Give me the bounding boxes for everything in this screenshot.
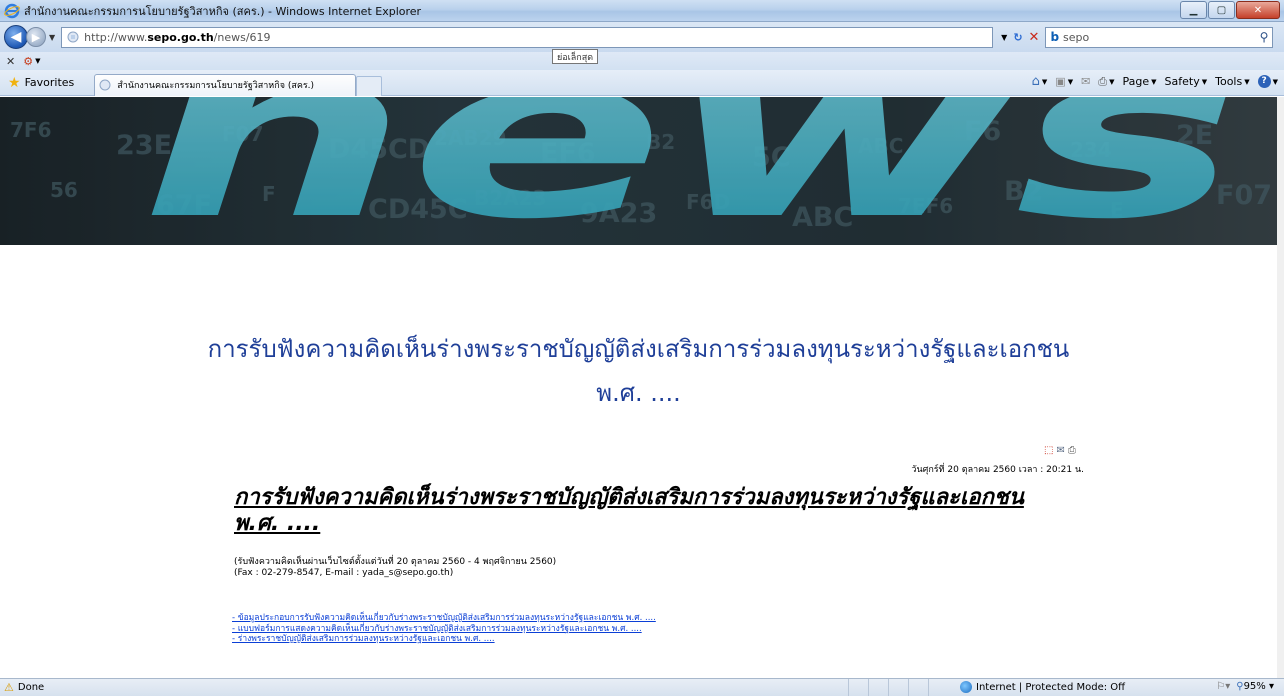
address-toolbar: ◀ ▶ ▼ http://www. sepo.go.th/news/619 ▼ ↻… — [0, 22, 1284, 52]
address-bar[interactable]: http://www. sepo.go.th/news/619 — [61, 26, 994, 48]
article-title-line1: การรับฟังความคิดเห็นร่างพระราชบัญญัติส่ง… — [234, 485, 1024, 510]
maximize-icon: ▢ — [1216, 4, 1227, 16]
zoom-level: 95% — [1243, 681, 1266, 692]
news-banner-graphic: 7F6 23E F07 D45CD 2AB29 EF6 B2 5C ABC F6234 2E56 67… — [0, 97, 1277, 245]
url-prefix: http://www. — [84, 30, 148, 44]
status-cells — [848, 679, 948, 696]
security-zone[interactable]: Internet | Protected Mode: Off — [960, 681, 1125, 693]
minimize-icon: ▁ — [1189, 4, 1198, 16]
address-dropdown-icon[interactable]: ▼ — [1001, 33, 1007, 42]
page-heading-line1: การรับฟังความคิดเห็นร่างพระราชบัญญัติส่ง… — [207, 335, 1070, 363]
refresh-icon[interactable]: ↻ — [1013, 31, 1022, 44]
page-menu-label: Page — [1122, 75, 1150, 88]
page-heading-line2: พ.ศ. .... — [596, 379, 681, 407]
document-links: - ข้อมูลประกอบการรับฟังความคิดเห็นเกี่ยว… — [232, 613, 656, 645]
maximize-button[interactable]: ▢ — [1208, 1, 1235, 19]
tooltip: ย่อเล็กสุด — [552, 49, 599, 64]
warning-icon: ⚠ — [4, 681, 14, 694]
window-title-bar[interactable]: สำนักงานคณะกรรมการนโยบายรัฐวิสาหกิจ (สคร… — [0, 0, 1284, 22]
page-icon — [67, 31, 79, 43]
tools-menu-label: Tools — [1215, 75, 1243, 88]
favorites-button[interactable]: ★ Favorites — [8, 75, 74, 91]
status-text: Done — [17, 682, 45, 693]
link-draft-act[interactable]: - ร่างพระราชบัญญัติส่งเสริมการร่วมลงทุนร… — [232, 634, 656, 645]
close-toolbar-icon[interactable]: ✕ — [6, 55, 15, 68]
article-note: (รับฟังความคิดเห็นผ่านเว็บไซต์ตั้งแต่วัน… — [234, 557, 556, 579]
url-host: sepo.go.th — [147, 30, 214, 44]
zone-text: Internet | Protected Mode: Off — [976, 681, 1126, 693]
zoom-control[interactable]: ⚲95% ▾ — [1236, 681, 1274, 692]
home-icon: ⌂ — [1031, 74, 1040, 89]
safety-menu[interactable]: Safety ▼ — [1165, 75, 1208, 88]
favorites-bar: ★ Favorites สำนักงานคณะกรรมการนโยบายรัฐว… — [0, 70, 1284, 96]
bing-icon: b — [1050, 30, 1060, 44]
toolbar-addon-icon[interactable]: ⚙ — [23, 55, 33, 68]
vertical-scrollbar[interactable] — [1277, 97, 1284, 678]
close-window-button[interactable]: ✕ — [1236, 1, 1280, 19]
news-banner: 7F6 23E F07 D45CD 2AB29 EF6 B2 5C ABC F6 234 2E 56 67… — [0, 97, 1277, 245]
tab-label: สำนักงานคณะกรรมการนโยบายรัฐวิสาหกิจ (สคร… — [117, 81, 315, 91]
printer-icon: ⎙ — [1098, 74, 1108, 88]
article-title-line2: พ.ศ. .... — [234, 511, 321, 536]
note-line1: (รับฟังความคิดเห็นผ่านเว็บไซต์ตั้งแต่วัน… — [234, 557, 557, 567]
print-icon[interactable]: ⎙ — [1068, 445, 1076, 456]
internet-explorer-icon — [4, 3, 20, 18]
back-arrow-icon: ◀ — [10, 29, 22, 45]
article-date: วันศุกร์ที่ 20 ตุลาคม 2560 เวลา : 20:21 … — [911, 465, 1084, 475]
window-title: สำนักงานคณะกรรมการนโยบายรัฐวิสาหกิจ (สคร… — [24, 4, 422, 18]
page-menu[interactable]: Page ▼ — [1123, 75, 1157, 88]
pdf-icon[interactable]: ⬚ — [1044, 445, 1053, 456]
stop-icon[interactable]: ✕ — [1029, 30, 1040, 45]
print-button[interactable]: ⎙ ▼ — [1098, 75, 1114, 89]
mail-icon: ✉ — [1081, 75, 1091, 88]
new-tab-button[interactable] — [356, 75, 383, 96]
close-icon: ✕ — [1253, 4, 1263, 16]
page-heading: การรับฟังความคิดเห็นร่างพระราชบัญญัติส่ง… — [0, 327, 1277, 415]
globe-icon — [960, 681, 972, 693]
help-button[interactable]: ? ▼ — [1257, 75, 1278, 88]
star-icon: ★ — [8, 74, 21, 91]
forward-button[interactable]: ▶ — [26, 27, 46, 47]
extra-toolbar: ✕ ⚙ ▼ — [0, 52, 1284, 70]
forward-arrow-icon: ▶ — [31, 30, 41, 44]
zoom-icon: ⚲ — [1236, 681, 1244, 692]
link-supporting-info[interactable]: - ข้อมูลประกอบการรับฟังความคิดเห็นเกี่ยว… — [232, 613, 656, 624]
tab-sepo[interactable]: สำนักงานคณะกรรมการนโยบายรัฐวิสาหกิจ (สคร… — [94, 73, 357, 96]
recent-pages-dropdown[interactable]: ▼ — [49, 33, 55, 42]
favorites-label: Favorites — [24, 76, 75, 89]
search-box[interactable]: b sepo ⚲ — [1045, 26, 1274, 48]
back-button[interactable]: ◀ — [4, 25, 28, 49]
search-icon[interactable]: ⚲ — [1260, 30, 1269, 44]
mail-button[interactable]: ✉ — [1081, 75, 1090, 88]
feeds-button[interactable]: ▣ ▼ — [1055, 75, 1073, 88]
url-path: /news/619 — [213, 30, 271, 44]
home-button[interactable]: ⌂ ▼ — [1032, 74, 1048, 89]
safety-menu-label: Safety — [1164, 75, 1200, 88]
addon-dropdown-icon[interactable]: ▼ — [35, 57, 40, 65]
article-title: การรับฟังความคิดเห็นร่างพระราชบัญญัติส่ง… — [234, 485, 1104, 537]
popup-blocker-icon[interactable]: ⚐▾ — [1216, 681, 1230, 692]
help-icon: ? — [1257, 75, 1271, 88]
link-comment-form[interactable]: - แบบฟอร์มการแสดงความคิดเห็นเกี่ยวกับร่า… — [232, 624, 656, 635]
status-bar: ⚠ Done Internet | Protected Mode: Off ⚐▾… — [0, 678, 1284, 696]
search-value: sepo — [1063, 30, 1090, 44]
email-icon[interactable]: ✉ — [1056, 445, 1064, 456]
page-content: 7F6 23E F07 D45CD 2AB29 EF6 B2 5C ABC F6 234 2E 56 67… — [0, 97, 1284, 678]
rss-icon: ▣ — [1055, 75, 1066, 88]
tab-page-icon — [99, 79, 111, 91]
note-line2: (Fax : 02-279-8547, E-mail : yada_s@sepo… — [234, 568, 454, 578]
article-tools: ⬚ ✉ ⎙ — [1044, 445, 1076, 456]
minimize-button[interactable]: ▁ — [1180, 1, 1207, 19]
tools-menu[interactable]: Tools ▼ — [1215, 75, 1250, 88]
